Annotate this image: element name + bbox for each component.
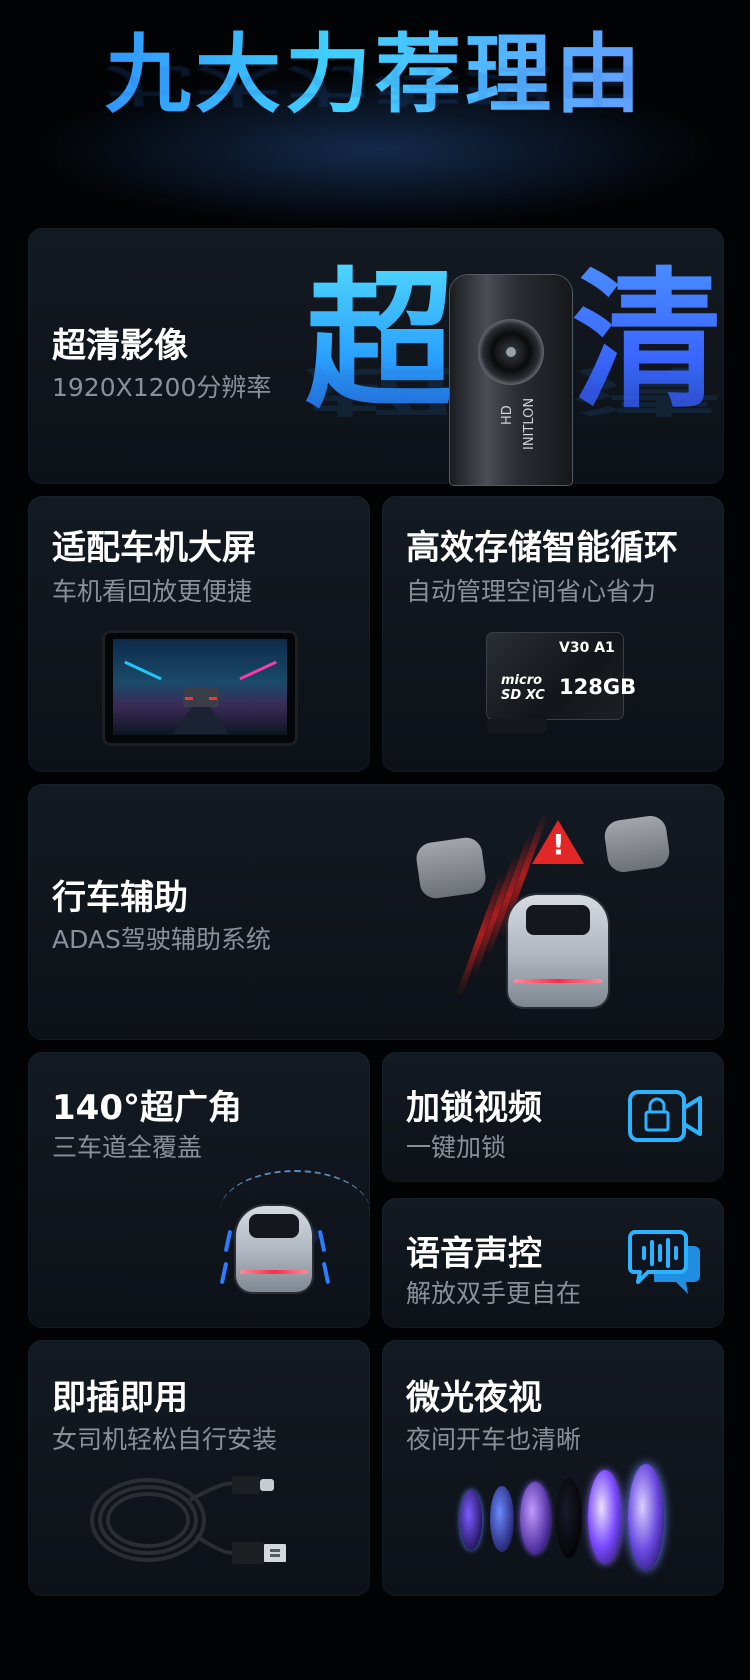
tail-light-right: [209, 697, 217, 700]
hd-big-char-right-reflection: 清: [572, 359, 723, 421]
hd-big-char-left-reflection: 超: [305, 359, 456, 421]
card-lock-subtitle: 一键加锁: [406, 1133, 507, 1162]
card-adas-subtitle: ADAS驾驶辅助系统: [52, 925, 271, 954]
lens-element-5: [588, 1470, 622, 1564]
suv-tail-light: [514, 979, 602, 983]
car-screen-image: [105, 633, 295, 743]
sd-card-image: V30 A1 micro SD XC 128GB: [487, 633, 636, 719]
dashcam-lens-dot: [506, 347, 516, 357]
lens-element-1: [460, 1490, 482, 1550]
card-storage-title: 高效存储智能循环: [406, 528, 678, 568]
card-screen-subtitle: 车机看回放更便捷: [52, 577, 253, 606]
suv-wide-windshield: [249, 1214, 299, 1238]
page: 九大力荐理由 九大力荐理由 超清影像 1920X1200分辨率 超 超 清 清 …: [0, 0, 750, 1680]
card-wide-title: 140°超广角: [52, 1088, 242, 1128]
lens-element-3: [520, 1482, 550, 1554]
neon-light-right: [239, 660, 277, 681]
card-screen-title: 适配车机大屏: [52, 528, 256, 568]
tail-light-left: [185, 697, 193, 700]
car-screen-display: [113, 639, 287, 735]
dashcam-image: HD INITLON: [450, 275, 572, 485]
suv-image: [508, 895, 608, 1007]
card-night-title: 微光夜视: [406, 1378, 542, 1418]
card-hd-subtitle: 1920X1200分辨率: [52, 373, 272, 402]
card-hd-title: 超清影像: [52, 326, 188, 366]
card-plug-title: 即插即用: [52, 1378, 188, 1418]
suv-wide-image: [236, 1206, 312, 1292]
usb-cable-image: [86, 1470, 296, 1570]
page-title-reflection: 九大力荐理由: [105, 59, 645, 110]
lens-element-4: [556, 1478, 582, 1558]
lens-element-2: [490, 1486, 514, 1552]
ghost-car-left: [414, 835, 488, 901]
card-wide-subtitle: 三车道全覆盖: [52, 1133, 203, 1162]
lock-camera-icon: [628, 1088, 704, 1144]
card-voice-title: 语音声控: [406, 1234, 542, 1274]
card-plug-subtitle: 女司机轻松自行安装: [52, 1425, 278, 1454]
dashcam-label-brand: INITLON: [522, 397, 537, 450]
card-voice-subtitle: 解放双手更自在: [406, 1279, 582, 1308]
sd-speed-label: V30 A1: [559, 640, 615, 656]
lens-element-6: [628, 1464, 664, 1570]
card-night-subtitle: 夜间开车也清晰: [406, 1425, 582, 1454]
voice-chat-icon: [628, 1228, 704, 1298]
warning-exclamation: !: [552, 828, 565, 861]
dashcam-label-hd: HD: [500, 405, 515, 425]
card-adas-title: 行车辅助: [52, 878, 188, 918]
sd-capacity-label: 128GB: [559, 675, 637, 699]
suv-wide-tail-light: [240, 1270, 308, 1274]
card-storage-subtitle: 自动管理空间省心省力: [406, 577, 657, 606]
sd-card-notch: [487, 719, 547, 733]
neon-light-left: [124, 660, 162, 681]
sd-brand-label: micro SD XC: [501, 673, 545, 703]
card-lock-title: 加锁视频: [406, 1088, 542, 1128]
dashcam-lens: [478, 319, 544, 385]
suv-windshield: [526, 905, 590, 935]
ghost-car-right: [602, 813, 672, 875]
